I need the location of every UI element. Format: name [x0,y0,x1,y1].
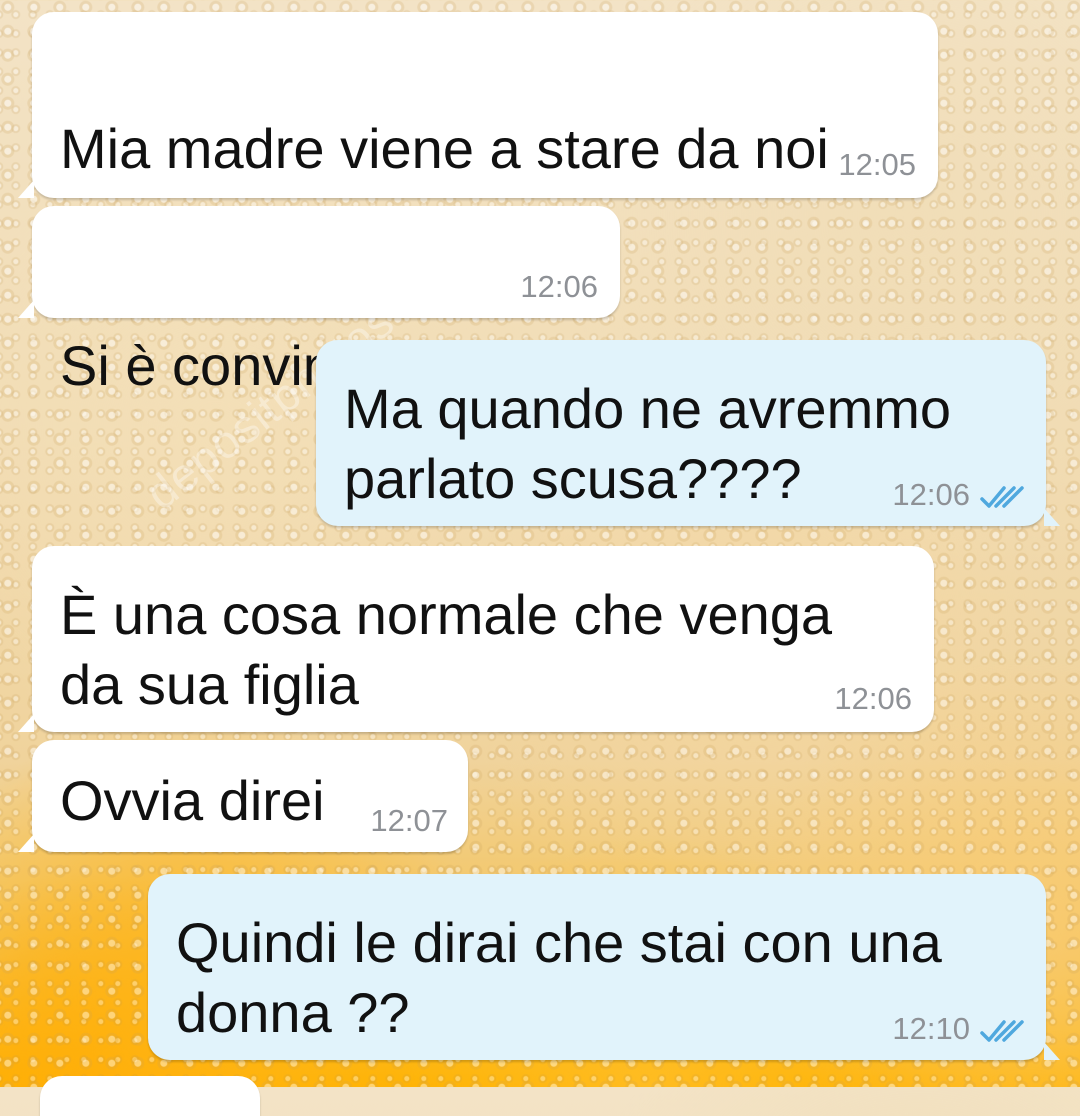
message-bubble-outgoing[interactable]: Ma quando ne avremmo parlato scusa???? 1… [316,340,1060,526]
message-text: Ma quando ne avremmo parlato scusa???? [344,377,952,510]
message-timestamp: 12:06 [520,269,598,304]
message-timestamp: 12:06 [834,681,912,716]
message-bubble-incoming[interactable]: È una cosa normale che venga da sua figl… [18,546,934,732]
bubble-tail [18,834,34,852]
bubble-tail [1044,1042,1060,1060]
message-bubble-incoming-partial[interactable] [40,1076,260,1116]
bubble-tail [18,714,34,732]
message-timestamp: 12:07 [370,803,448,838]
read-receipt-icon [980,486,1024,508]
message-bubble-incoming[interactable]: Si è convinta 12:06 [18,206,620,424]
message-text: Quindi le dirai che stai con una donna ?… [176,911,942,1044]
read-receipt-icon [980,1020,1024,1042]
chat-message-list[interactable]: Mia madre viene a stare da noi da staser… [0,0,1080,1116]
bubble-tail [18,180,34,198]
message-bubble-outgoing[interactable]: Quindi le dirai che stai con una donna ?… [148,874,1060,1060]
bubble-tail [1044,508,1060,526]
message-timestamp: 12:10 [892,1011,970,1046]
message-timestamp: 12:05 [838,147,916,182]
bubble-tail [18,300,34,318]
message-text: È una cosa normale che venga da sua figl… [60,583,833,716]
message-bubble-incoming[interactable]: Mia madre viene a stare da noi da staser… [18,12,938,310]
message-timestamp: 12:06 [892,477,970,512]
message-text: Ovvia direi [60,769,325,832]
message-bubble-incoming[interactable]: Ovvia direi 12:07 [18,740,468,852]
